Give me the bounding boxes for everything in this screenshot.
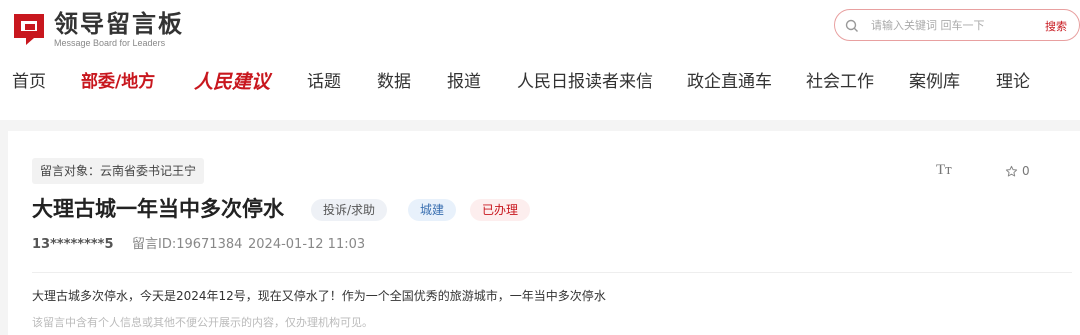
- nav-item-reader-letters[interactable]: 人民日报读者来信: [517, 68, 653, 96]
- site-header: 领导留言板 Message Board for Leaders 搜索 首页 部委…: [0, 0, 1080, 120]
- message-target: 留言对象：云南省委书记王宁: [32, 158, 205, 184]
- tag-domain[interactable]: 城建: [408, 199, 457, 221]
- message-id: 留言ID:19671384: [132, 237, 243, 252]
- logo-icon: [12, 12, 46, 46]
- nav-item-enterprise[interactable]: 政企直通车: [687, 68, 772, 96]
- star-icon: [1005, 165, 1018, 178]
- privacy-notice: 该留言中含有个人信息或其他不便公开展示的内容，仅办理机构可见。: [32, 316, 373, 329]
- search-button[interactable]: 搜索: [1045, 18, 1067, 34]
- tag-category[interactable]: 投诉/求助: [311, 199, 388, 221]
- status-badge: 已办理: [470, 199, 531, 221]
- nav-item-theory[interactable]: 理论: [996, 68, 1030, 96]
- divider: [32, 272, 1072, 273]
- message-title: 大理古城一年当中多次停水: [32, 197, 284, 221]
- favorite-button[interactable]: 0: [1005, 164, 1030, 178]
- message-time: 2024-01-12 11:03: [248, 237, 366, 252]
- logo-subtitle: Message Board for Leaders: [54, 38, 166, 48]
- message-user: 13********5: [32, 237, 114, 252]
- nav-item-reports[interactable]: 报道: [447, 68, 481, 96]
- message-content: 大理古城多次停水，今天是2024年12号，现在又停水了！作为一个全国优秀的旅游城…: [32, 289, 606, 303]
- nav-item-home[interactable]: 首页: [12, 68, 46, 96]
- font-size-toggle[interactable]: Tт: [936, 162, 952, 179]
- favorite-count: 0: [1022, 164, 1030, 178]
- search-box: 搜索: [834, 9, 1080, 41]
- nav-item-ministries-local[interactable]: 部委/地方: [81, 68, 155, 96]
- search-input[interactable]: [871, 16, 1021, 34]
- site-logo[interactable]: 领导留言板 Message Board for Leaders: [12, 10, 184, 48]
- nav-item-case-library[interactable]: 案例库: [909, 68, 960, 96]
- search-icon[interactable]: [845, 18, 859, 32]
- main-nav: 首页 部委/地方 人民建议 话题 数据 报道 人民日报读者来信 政企直通车 社会…: [0, 68, 1080, 96]
- nav-item-data[interactable]: 数据: [377, 68, 411, 96]
- logo-title: 领导留言板: [54, 10, 184, 38]
- nav-item-people-suggestions[interactable]: 人民建议: [194, 68, 270, 96]
- nav-item-topics[interactable]: 话题: [307, 68, 341, 96]
- nav-item-social-work[interactable]: 社会工作: [806, 68, 874, 96]
